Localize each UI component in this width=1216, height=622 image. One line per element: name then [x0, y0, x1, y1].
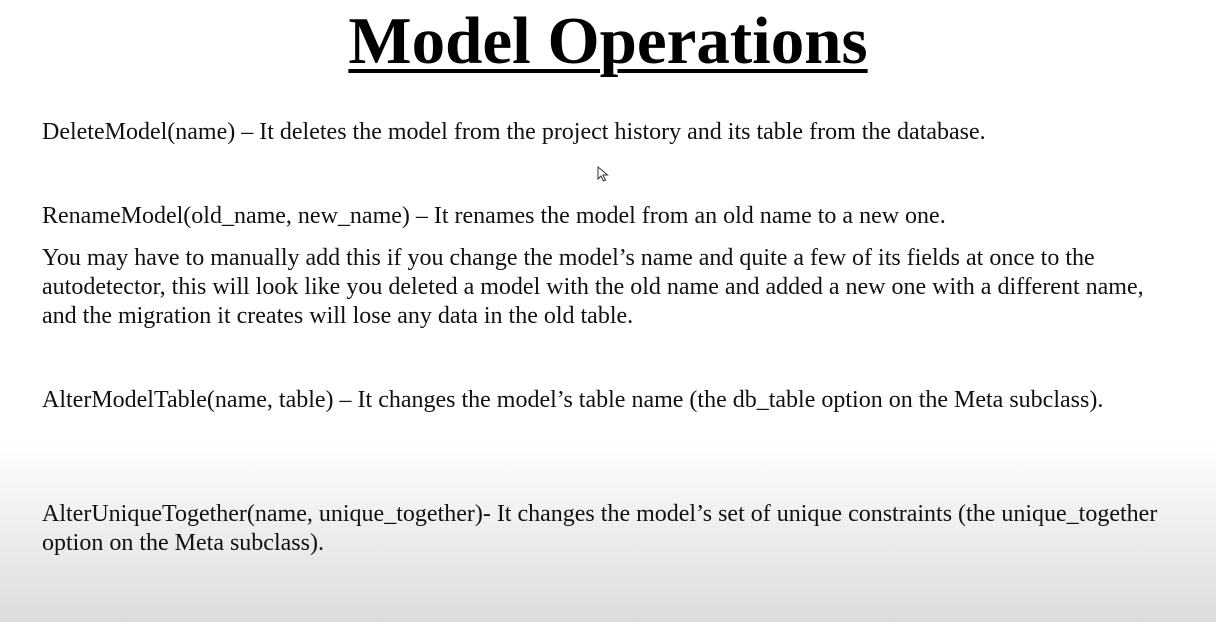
rename-model-paragraph: RenameModel(old_name, new_name) – It ren… [42, 203, 946, 229]
page-title-text: Model Operations [348, 4, 868, 78]
rename-model-note-paragraph: You may have to manually add this if you… [42, 245, 1144, 329]
mouse-pointer-icon [597, 166, 609, 182]
delete-model-paragraph: DeleteModel(name) – It deletes the model… [42, 119, 986, 145]
alter-model-table-paragraph: AlterModelTable(name, table) – It change… [42, 387, 1104, 413]
page-title: Model Operations [0, 2, 1216, 80]
alter-unique-together-paragraph: AlterUniqueTogether(name, unique_togethe… [42, 501, 1158, 556]
